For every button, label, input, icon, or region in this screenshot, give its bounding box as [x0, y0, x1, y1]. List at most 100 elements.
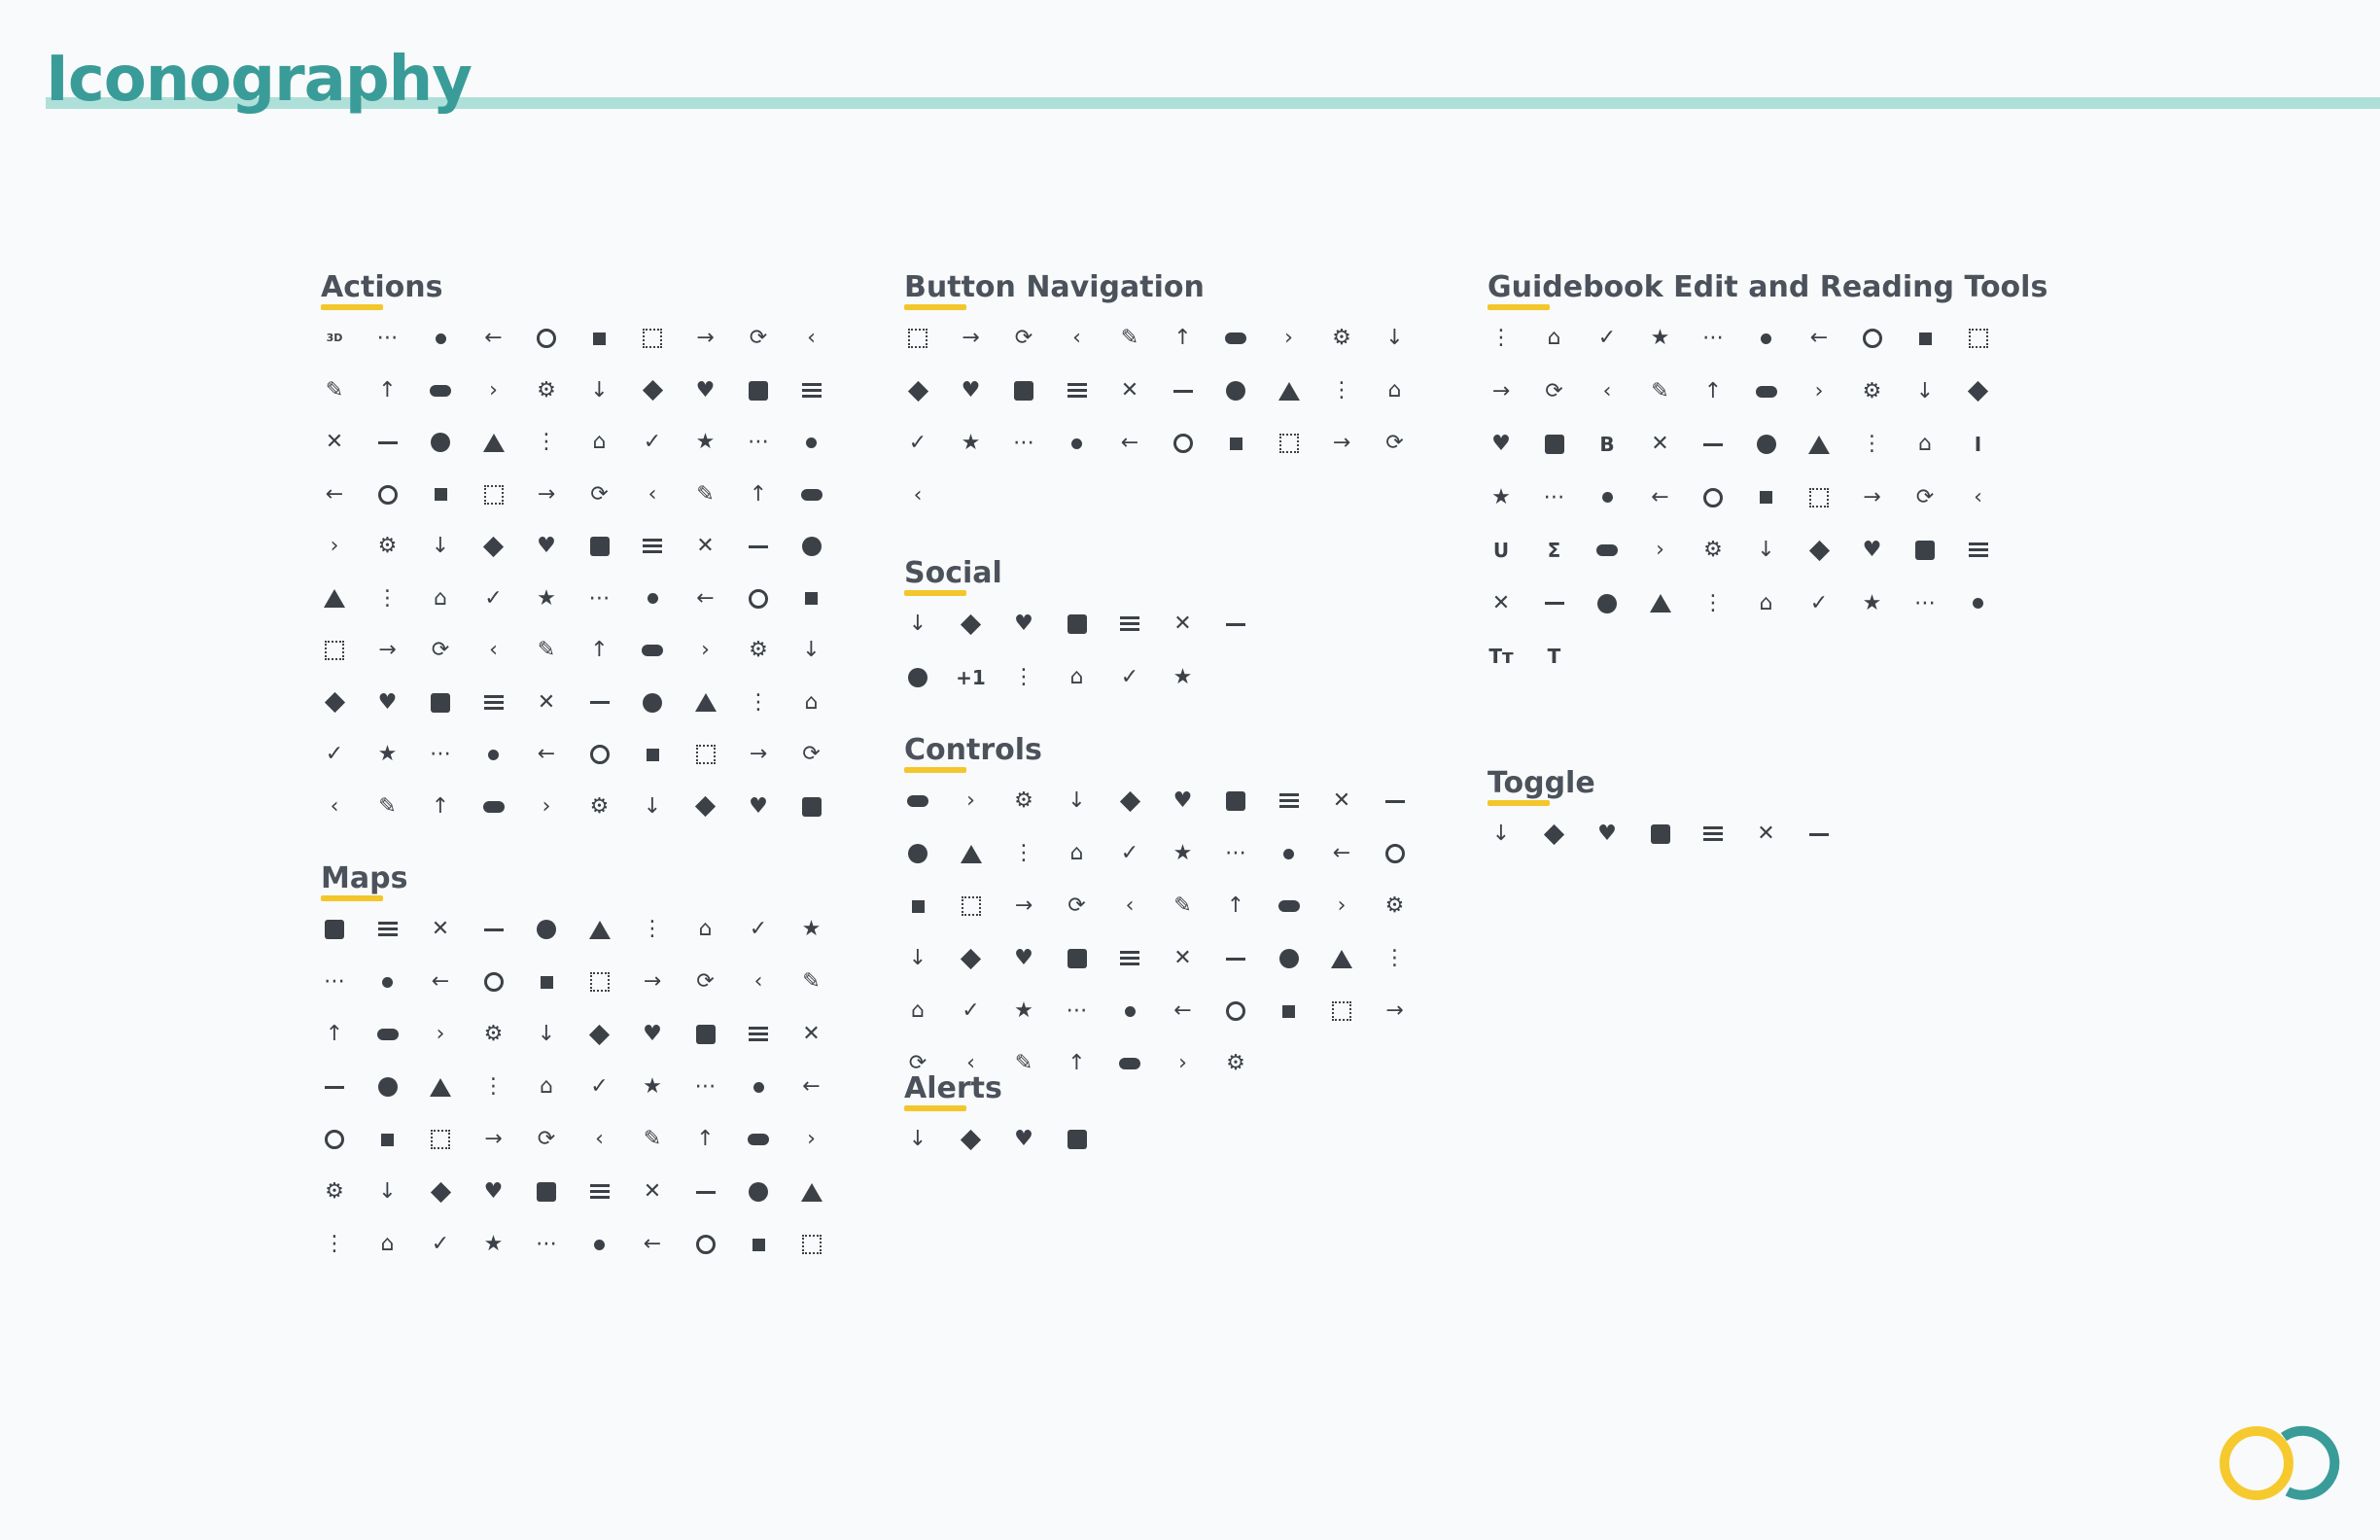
icon-grid-actions: 3D ⋯ ← → ⟳ ‹ ✎ ↑ › ⚙ ↓ ♥ ✕ ⋮ ⌂ ✓ ★ ⋯ ← → ⟳ ‹ ✎ ↑ › ⚙ ↓ ♥ ✕ ⋮ ⌂ ✓ ★ ⋯ ← → ⟳ ‹ ✎…: [321, 325, 846, 850]
actions-icon: [639, 585, 666, 612]
controls-icon: [1116, 945, 1143, 972]
maps-icon: ←: [802, 1074, 821, 1099]
icon-grid-button-navigation: → ⟳ ‹ ✎ ↑ › ⚙ ↓ ♥ ✕ ⋮ ⌂ ✓ ★ ⋯ ← → ⟳ ‹: [904, 325, 1429, 539]
social-icon-shape: [1226, 622, 1245, 626]
guidebook-icon-shape: [1973, 598, 1983, 609]
maps-icon-shape: [748, 1134, 769, 1145]
button-navigation-icon: ↑: [1173, 326, 1192, 350]
guidebook-icon-shape: [1544, 435, 1564, 454]
guidebook-icon: ✎: [1651, 378, 1669, 403]
button-navigation-icon-shape: [1278, 381, 1300, 401]
social-icon-shape: [1067, 614, 1087, 634]
section-title-social: Social: [904, 554, 1429, 596]
actions-icon: ←: [484, 326, 503, 350]
actions-icon-shape: [801, 796, 822, 817]
button-navigation-icon: ⟳: [1385, 431, 1404, 455]
maps-icon-shape: [749, 1182, 768, 1202]
button-navigation-icon-shape: [908, 329, 928, 348]
maps-icon: ↑: [325, 1022, 344, 1046]
section-guidebook: Guidebook Edit and Reading Tools ⋮ ⌂ ✓ ★ ⋯ ← →…: [1488, 268, 2071, 733]
button-navigation-icon: [1170, 430, 1197, 457]
actions-icon: [798, 533, 825, 560]
button-navigation-icon-shape: [1229, 437, 1242, 450]
social-icon: ♥: [1014, 612, 1033, 636]
maps-icon: [692, 1231, 719, 1258]
actions-icon-shape: [642, 645, 663, 656]
maps-icon-shape: [540, 975, 553, 989]
actions-icon: ★: [537, 585, 556, 611]
maps-icon: ⚙: [483, 1022, 504, 1046]
button-navigation-icon: ⚙: [1332, 326, 1351, 350]
maps-icon: [533, 1178, 560, 1206]
maps-icon: [586, 1231, 613, 1258]
button-navigation-icon: [1170, 377, 1197, 404]
controls-icon: ⋮: [1383, 946, 1406, 970]
maps-icon-shape: [430, 1181, 451, 1203]
maps-icon: ›: [807, 1127, 816, 1151]
actions-icon: [533, 325, 560, 352]
maps-icon: [586, 968, 613, 996]
guidebook-icon: [1911, 537, 1939, 564]
social-icon: ↓: [908, 612, 928, 636]
actions-icon-shape: [694, 795, 717, 818]
actions-icon-shape: [482, 433, 505, 452]
guidebook-icon: [1911, 325, 1939, 352]
maps-icon: ⟳: [537, 1127, 556, 1151]
maps-icon-shape: [594, 1239, 605, 1250]
maps-icon-shape: [325, 920, 344, 939]
actions-icon: ✎: [325, 377, 344, 402]
actions-icon: [639, 377, 666, 404]
guidebook-icon: [1805, 431, 1833, 458]
controls-icon: [1116, 788, 1143, 815]
toggle-icon-shape: [1809, 832, 1829, 836]
actions-icon: ⋯: [430, 742, 451, 766]
button-navigation-icon: ‹: [1072, 326, 1081, 350]
icon-grid-controls: › ⚙ ↓ ♥ ✕ ⋮ ⌂ ✓ ★ ⋯ ← → ⟳ ‹ ✎ ↑ › ⚙ ↓ ♥ ✕ ⋮ ⌂ ✓ ★ ⋯ ← → ⟳ ‹ ✎ ↑ › ⚙: [904, 788, 1429, 1079]
controls-icon-shape: [1384, 844, 1405, 863]
social-icon: +1: [956, 666, 986, 689]
guidebook-icon: [1965, 590, 1992, 617]
social-icon: [904, 664, 931, 691]
button-navigation-icon: [1276, 430, 1303, 457]
guidebook-icon: ↑: [1703, 378, 1723, 403]
actions-icon: ←: [696, 585, 715, 611]
actions-icon: [639, 637, 666, 664]
actions-icon: [639, 741, 666, 768]
controls-icon: [1328, 945, 1355, 972]
controls-icon-shape: [1119, 790, 1140, 812]
actions-icon-shape: [483, 694, 504, 711]
controls-icon: ✕: [1332, 788, 1351, 813]
actions-icon: ›: [489, 377, 498, 402]
actions-icon-shape: [324, 589, 345, 608]
toggle-icon: [1541, 821, 1568, 848]
button-navigation-icon-shape: [1067, 383, 1087, 399]
section-controls: Controls › ⚙ ↓ ♥ ✕ ⋮ ⌂ ✓ ★ ⋯ ← → ⟳ ‹ ✎ ↑ › ⚙ ↓ ♥ ✕ ⋮ ⌂ ✓ ★ ⋯ ← → ⟳ ‹ ✎…: [904, 731, 1429, 1079]
button-navigation-icon-shape: [1278, 434, 1299, 453]
actions-icon: [798, 481, 825, 508]
toggle-icon-shape: [1703, 826, 1723, 842]
button-navigation-icon-shape: [1172, 434, 1193, 453]
alerts-icon: [958, 1126, 985, 1153]
guidebook-icon: ‹: [1602, 378, 1612, 403]
maps-icon-shape: [537, 920, 556, 939]
maps-icon: →: [643, 969, 662, 994]
guidebook-icon: ⚙: [1862, 378, 1882, 403]
maps-icon-shape: [537, 1182, 556, 1202]
maps-icon-shape: [800, 1182, 822, 1202]
maps-icon-shape: [801, 1235, 822, 1254]
maps-icon: →: [484, 1127, 503, 1151]
button-navigation-icon-shape: [1226, 381, 1245, 401]
controls-icon-shape: [1278, 793, 1299, 809]
icon-grid-maps: ✕ ⋮ ⌂ ✓ ★ ⋯ ← → ⟳ ‹ ✎ ↑ › ⚙ ↓ ♥ ✕ ⋮ ⌂ ✓ ★ ⋯ ← → ⟳ ‹ ✎ ↑ › ⚙ ↓ ♥ ✕ ⋮ ⌂ ✓ ★ ⋯ ←: [321, 916, 846, 1285]
actions-icon: ★: [695, 430, 716, 454]
guidebook-icon-shape: [1968, 329, 1988, 348]
social-icon: ⌂: [1069, 665, 1084, 689]
maps-icon: [798, 1178, 825, 1206]
maps-icon-shape: [325, 1130, 344, 1149]
actions-icon: [480, 689, 508, 717]
maps-icon: [533, 916, 560, 943]
controls-icon-shape: [1282, 1004, 1295, 1018]
actions-icon-shape: [694, 693, 717, 712]
social-icon: ⋮: [1013, 665, 1034, 689]
guidebook-icon-shape: [1862, 329, 1882, 348]
